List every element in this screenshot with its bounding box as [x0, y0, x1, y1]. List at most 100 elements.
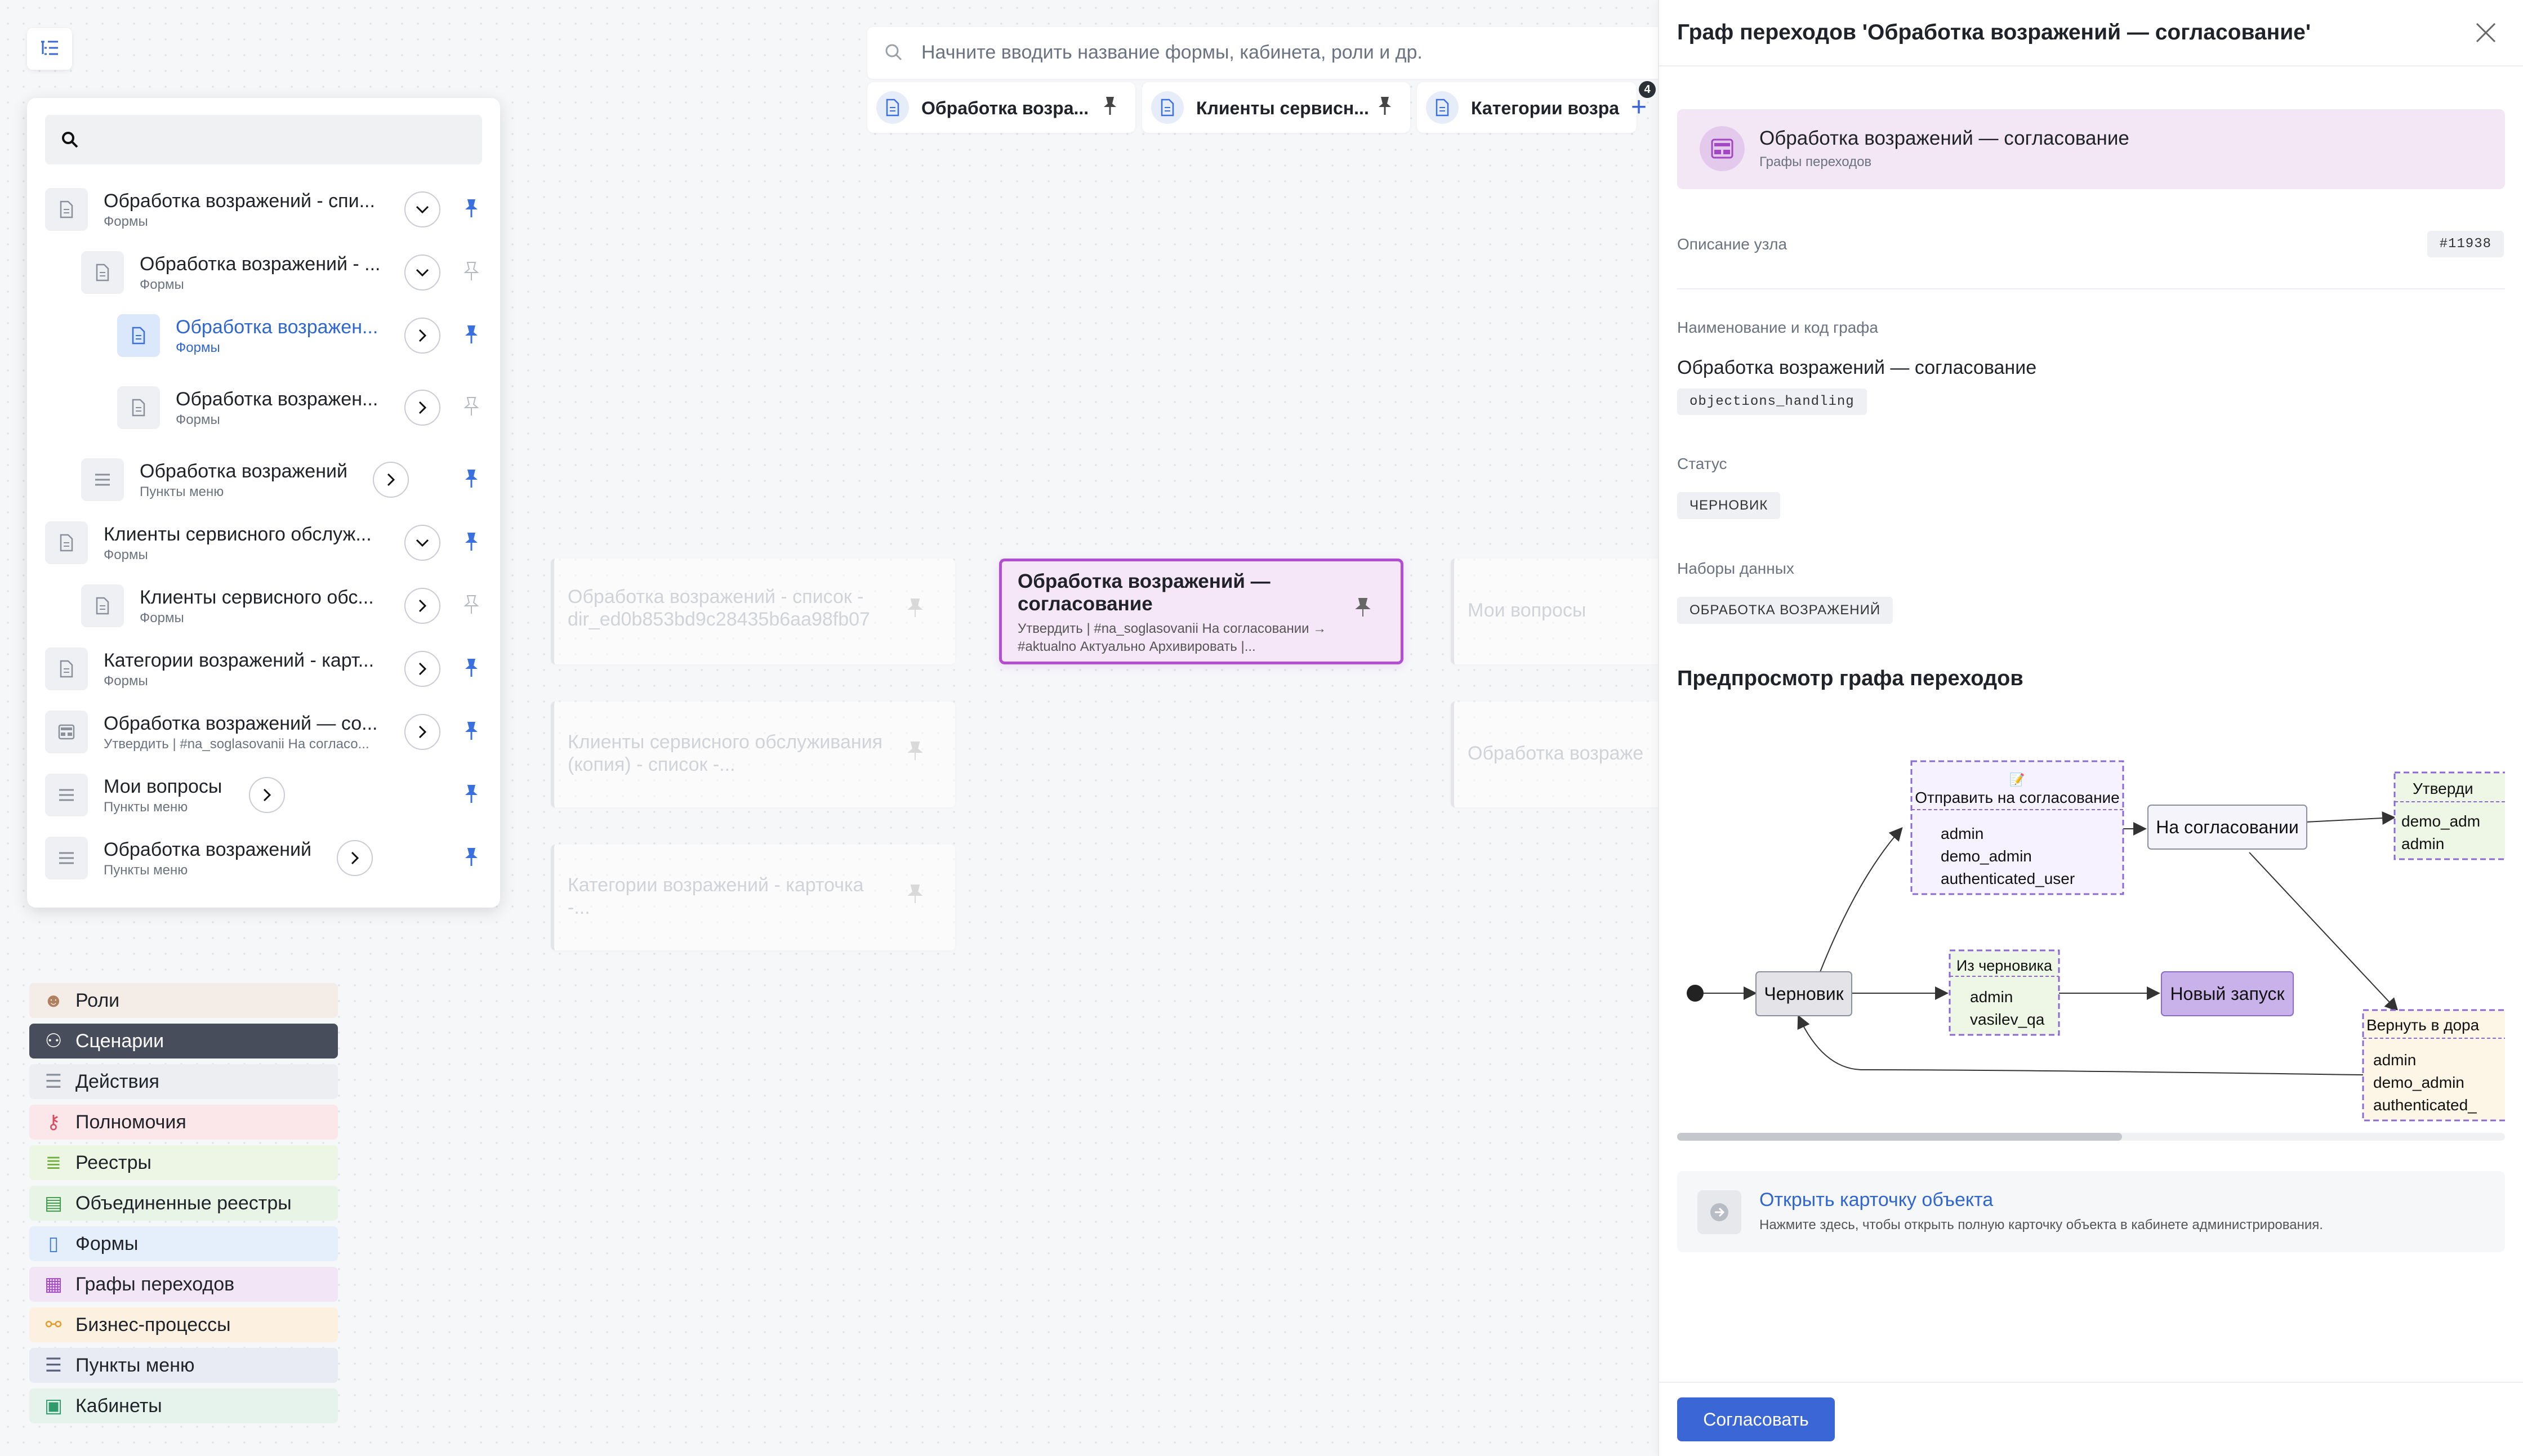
svg-text:demo_adm: demo_adm [2401, 812, 2480, 830]
pin-icon[interactable] [463, 198, 483, 221]
tree-item[interactable]: Категории возражений - карт... Формы [27, 647, 500, 704]
actions-icon: ☰ [44, 1071, 63, 1092]
close-icon[interactable] [2473, 20, 2498, 45]
tree-item[interactable]: Обработка возражений - ... Формы [27, 251, 500, 307]
tree-item[interactable]: Обработка возражений Пункты меню [27, 837, 500, 893]
chevron-right-icon[interactable] [249, 777, 285, 813]
canvas-node[interactable]: Категории возражений - карточка -... [551, 845, 955, 950]
pin-icon [907, 741, 924, 764]
pin-icon[interactable] [463, 595, 483, 617]
canvas-node[interactable]: Клиенты сервисного обслуживания (копия) … [551, 702, 955, 807]
chevron-right-icon[interactable] [373, 462, 409, 498]
object-type: Графы переходов [1759, 154, 1872, 169]
chevron-right-icon[interactable] [404, 318, 440, 354]
category-business-process[interactable]: ⚯ Бизнес-процессы [29, 1307, 338, 1342]
sidebar-toggle-button[interactable] [27, 28, 72, 70]
chevron-right-icon[interactable] [404, 651, 440, 687]
open-object-description: Нажмите здесь, чтобы открыть полную карт… [1759, 1217, 2323, 1232]
name-label: Наименование и код графа [1677, 319, 1878, 336]
node-description-label: Описание узла [1677, 235, 1788, 253]
tab[interactable]: Категории возра [1417, 82, 1637, 133]
approve-button[interactable]: Согласовать [1677, 1397, 1835, 1441]
category-actions[interactable]: ☰ Действия [29, 1064, 338, 1099]
category-permissions[interactable]: ⚷ Полномочия [29, 1105, 338, 1140]
svg-text:Черновик: Черновик [1764, 984, 1844, 1004]
tree-search-input[interactable] [45, 115, 482, 164]
pin-icon[interactable] [463, 261, 483, 284]
global-search-input[interactable]: Начните вводить название формы, кабинета… [867, 27, 1667, 79]
divider [1677, 288, 2505, 289]
tree-item[interactable]: Клиенты сервисного обслуж... Формы [27, 521, 500, 578]
canvas-node-selected[interactable]: Обработка возражений — согласование Утве… [999, 559, 1403, 664]
tree-item[interactable]: Обработка возражен... Формы [27, 314, 500, 370]
category-cabinet[interactable]: ▣ Кабинеты [29, 1388, 338, 1423]
pin-icon[interactable] [463, 468, 483, 491]
tree-item[interactable]: Обработка возражений Пункты меню [27, 458, 500, 515]
category-merged-registry[interactable]: ▤ Объединенные реестры [29, 1186, 338, 1221]
pin-icon[interactable] [463, 324, 483, 347]
graph-transition-from-draft: Из черновика admin vasilev_qa [1949, 949, 2060, 1036]
category-registry[interactable]: ≣ Реестры [29, 1145, 338, 1180]
category-forms[interactable]: ▯ Формы [29, 1226, 338, 1261]
pin-icon[interactable] [463, 721, 483, 743]
tabs-count-badge: 4 [1639, 81, 1656, 98]
tab[interactable]: Клиенты сервисн... [1142, 82, 1410, 133]
pin-icon[interactable] [463, 658, 483, 680]
object-title: Обработка возражений — согласование [1759, 127, 2129, 149]
open-object-card-button[interactable]: Открыть карточку объекта Нажмите здесь, … [1677, 1171, 2505, 1252]
graph-preview[interactable]: Черновик 📝 Отправить на согласование adm… [1677, 709, 2505, 1143]
canvas-node[interactable]: Обработка возражений - список - dir_ed0b… [551, 559, 955, 664]
registry-icon: ≣ [45, 1152, 62, 1173]
tree-item[interactable]: Клиенты сервисного обс... Формы [27, 584, 500, 641]
chevron-right-icon[interactable] [404, 390, 440, 426]
graph-scrollbar-thumb[interactable] [1677, 1133, 2122, 1141]
tree-item-title: Обработка возражений — со... [104, 713, 378, 734]
roles-icon: ☻ [43, 989, 64, 1011]
pin-icon[interactable] [463, 847, 483, 869]
tree-item[interactable]: Обработка возражений — со... Утвердить | … [27, 711, 500, 767]
graph-scrollbar[interactable] [1677, 1133, 2505, 1141]
category-scenarios[interactable]: ⚇ Сценарии [29, 1024, 338, 1058]
canvas-node-title: Обработка возражений — согласование [1018, 570, 1271, 615]
tree-item[interactable]: Мои вопросы Пункты меню [27, 774, 500, 830]
svg-text:На согласовании: На согласовании [2156, 817, 2298, 837]
pin-icon[interactable] [1102, 96, 1118, 119]
tab-label: Обработка возра... [921, 98, 1089, 118]
tree-item[interactable]: Обработка возражен... Формы [27, 386, 500, 443]
arrow-right-circle-icon [1697, 1190, 1741, 1234]
pin-icon[interactable] [1354, 597, 1371, 620]
svg-text:admin: admin [2401, 835, 2444, 852]
canvas-node[interactable]: Мои вопросы [1451, 559, 1676, 664]
merged-registry-icon: ▤ [44, 1193, 63, 1214]
chevron-down-icon[interactable] [404, 191, 440, 227]
chevron-down-icon[interactable] [404, 525, 440, 561]
pin-icon[interactable] [463, 784, 483, 806]
category-label: Графы переходов [75, 1273, 235, 1295]
canvas-node[interactable]: Обработка возраже [1451, 702, 1676, 807]
pin-icon[interactable] [463, 532, 483, 554]
category-transition-graph[interactable]: ▦ Графы переходов [29, 1267, 338, 1302]
open-object-link[interactable]: Открыть карточку объекта [1759, 1189, 1993, 1211]
chevron-right-icon[interactable] [337, 840, 373, 876]
graph-transition-send: 📝 Отправить на согласование admin demo_a… [1910, 760, 2124, 895]
search-icon [884, 43, 903, 65]
category-label: Полномочия [75, 1111, 186, 1133]
tab[interactable]: Обработка возра... [867, 82, 1135, 133]
category-roles[interactable]: ☻ Роли [29, 983, 338, 1018]
tree-item[interactable]: Обработка возражений - спи... Формы [27, 188, 500, 244]
category-menu-items[interactable]: ☰ Пункты меню [29, 1348, 338, 1383]
pin-icon[interactable] [1376, 96, 1393, 119]
menu-items-icon: ☰ [44, 1355, 63, 1376]
pin-icon[interactable] [463, 396, 483, 419]
svg-text:vasilev_qa: vasilev_qa [1970, 1011, 2045, 1028]
tree-item-subtitle: Формы [104, 214, 148, 229]
transition-graph-icon [45, 711, 88, 753]
menu-list-icon [45, 774, 88, 816]
tree-item-title: Обработка возражений - спи... [104, 190, 375, 212]
tree-item-subtitle: Формы [140, 610, 184, 626]
business-process-icon: ⚯ [45, 1314, 62, 1336]
chevron-right-icon[interactable] [404, 714, 440, 750]
chevron-right-icon[interactable] [404, 588, 440, 624]
chevron-down-icon[interactable] [404, 254, 440, 291]
node-id-badge: #11938 [2427, 231, 2504, 257]
